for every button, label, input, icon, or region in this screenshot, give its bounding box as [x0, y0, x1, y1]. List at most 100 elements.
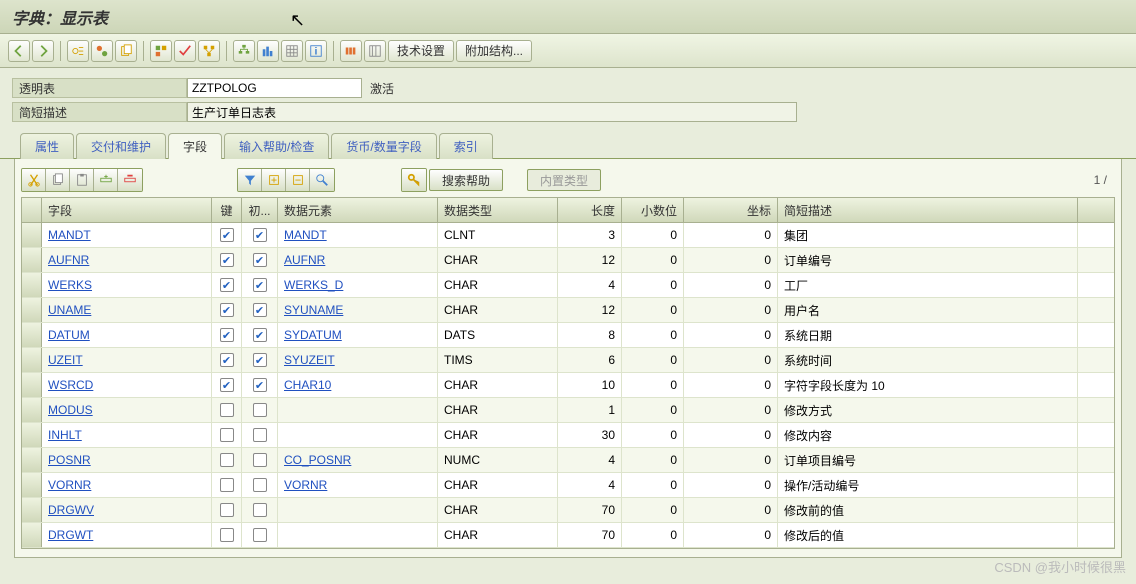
cell-key[interactable]: [212, 498, 242, 522]
display-change-icon[interactable]: [67, 40, 89, 62]
col-elem[interactable]: 数据元素: [278, 198, 438, 222]
cell-key[interactable]: [212, 523, 242, 547]
cell-field[interactable]: INHLT: [42, 423, 212, 447]
other-object-icon[interactable]: [91, 40, 113, 62]
col-coord[interactable]: 坐标: [684, 198, 778, 222]
cell-field[interactable]: DRGWT: [42, 523, 212, 547]
where-used-icon[interactable]: [198, 40, 220, 62]
cell-elem[interactable]: CO_POSNR: [278, 448, 438, 472]
desc-input[interactable]: [187, 102, 797, 122]
cut-icon[interactable]: [22, 169, 46, 191]
cell-elem[interactable]: MANDT: [278, 223, 438, 247]
expand-icon[interactable]: [262, 169, 286, 191]
hierarchy-icon[interactable]: [233, 40, 255, 62]
cell-elem[interactable]: [278, 398, 438, 422]
append-icon[interactable]: [340, 40, 362, 62]
cell-elem[interactable]: SYUNAME: [278, 298, 438, 322]
cell-key[interactable]: [212, 448, 242, 472]
cell-field[interactable]: MANDT: [42, 223, 212, 247]
forward-icon[interactable]: [32, 40, 54, 62]
cell-init[interactable]: [242, 523, 278, 547]
row-selector[interactable]: [22, 498, 42, 522]
cell-init[interactable]: [242, 273, 278, 297]
builtin-type-button[interactable]: 内置类型: [527, 169, 601, 191]
cell-elem[interactable]: SYUZEIT: [278, 348, 438, 372]
cell-init[interactable]: [242, 473, 278, 497]
cell-key[interactable]: [212, 323, 242, 347]
col-dec[interactable]: 小数位: [622, 198, 684, 222]
check-icon[interactable]: [150, 40, 172, 62]
key-icon[interactable]: [402, 169, 426, 191]
cell-key[interactable]: [212, 248, 242, 272]
cell-field[interactable]: WSRCD: [42, 373, 212, 397]
cell-elem[interactable]: [278, 523, 438, 547]
cell-field[interactable]: WERKS: [42, 273, 212, 297]
row-selector[interactable]: [22, 423, 42, 447]
tab-fields[interactable]: 字段: [168, 133, 222, 159]
cell-elem[interactable]: [278, 498, 438, 522]
row-selector[interactable]: [22, 248, 42, 272]
cell-key[interactable]: [212, 298, 242, 322]
info-icon[interactable]: i: [305, 40, 327, 62]
row-selector[interactable]: [22, 523, 42, 547]
cell-init[interactable]: [242, 448, 278, 472]
col-field[interactable]: 字段: [42, 198, 212, 222]
row-selector[interactable]: [22, 223, 42, 247]
cell-init[interactable]: [242, 348, 278, 372]
back-icon[interactable]: [8, 40, 30, 62]
cell-init[interactable]: [242, 423, 278, 447]
col-type[interactable]: 数据类型: [438, 198, 558, 222]
col-len[interactable]: 长度: [558, 198, 622, 222]
paste-icon[interactable]: [70, 169, 94, 191]
cell-elem[interactable]: SYDATUM: [278, 323, 438, 347]
tab-attributes[interactable]: 属性: [20, 133, 74, 159]
cell-elem[interactable]: AUFNR: [278, 248, 438, 272]
cell-key[interactable]: [212, 273, 242, 297]
cell-field[interactable]: DATUM: [42, 323, 212, 347]
cell-key[interactable]: [212, 423, 242, 447]
cell-key[interactable]: [212, 223, 242, 247]
row-selector[interactable]: [22, 348, 42, 372]
col-init[interactable]: 初...: [242, 198, 278, 222]
cell-init[interactable]: [242, 248, 278, 272]
cell-field[interactable]: MODUS: [42, 398, 212, 422]
col-selector[interactable]: [22, 198, 42, 222]
cell-key[interactable]: [212, 373, 242, 397]
table-contents-icon[interactable]: [281, 40, 303, 62]
tab-delivery[interactable]: 交付和维护: [76, 133, 166, 159]
graphic-icon[interactable]: [257, 40, 279, 62]
cell-elem[interactable]: [278, 423, 438, 447]
row-selector[interactable]: [22, 473, 42, 497]
tab-input-help[interactable]: 输入帮助/检查: [224, 133, 329, 159]
table-name-input[interactable]: [187, 78, 362, 98]
row-selector[interactable]: [22, 448, 42, 472]
cell-field[interactable]: UNAME: [42, 298, 212, 322]
cell-init[interactable]: [242, 373, 278, 397]
search-help-button[interactable]: 搜索帮助: [429, 169, 503, 191]
activate-icon[interactable]: [174, 40, 196, 62]
cell-elem[interactable]: CHAR10: [278, 373, 438, 397]
col-key[interactable]: 键: [212, 198, 242, 222]
filter-icon[interactable]: [238, 169, 262, 191]
cell-elem[interactable]: WERKS_D: [278, 273, 438, 297]
tech-settings-button[interactable]: 技术设置: [388, 40, 454, 62]
cell-field[interactable]: VORNR: [42, 473, 212, 497]
cell-init[interactable]: [242, 223, 278, 247]
row-selector[interactable]: [22, 273, 42, 297]
cell-init[interactable]: [242, 398, 278, 422]
tab-currency[interactable]: 货币/数量字段: [331, 133, 436, 159]
cell-field[interactable]: AUFNR: [42, 248, 212, 272]
copy-row-icon[interactable]: [46, 169, 70, 191]
tab-indexes[interactable]: 索引: [439, 133, 493, 159]
col-desc[interactable]: 简短描述: [778, 198, 1078, 222]
cell-init[interactable]: [242, 498, 278, 522]
cell-elem[interactable]: VORNR: [278, 473, 438, 497]
insert-row-icon[interactable]: [94, 169, 118, 191]
cell-key[interactable]: [212, 398, 242, 422]
cell-init[interactable]: [242, 323, 278, 347]
delete-row-icon[interactable]: [118, 169, 142, 191]
row-selector[interactable]: [22, 298, 42, 322]
cell-field[interactable]: POSNR: [42, 448, 212, 472]
cell-key[interactable]: [212, 348, 242, 372]
cell-field[interactable]: DRGWV: [42, 498, 212, 522]
